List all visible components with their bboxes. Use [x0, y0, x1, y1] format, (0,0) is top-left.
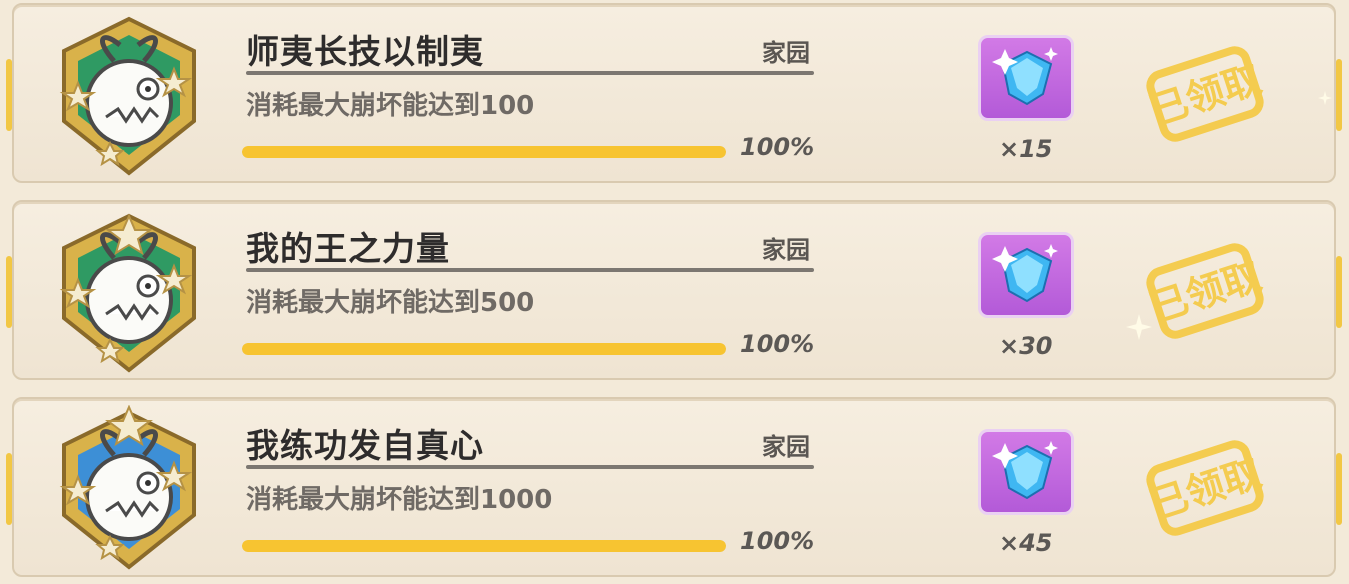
progress-bar [242, 540, 726, 552]
reward-item[interactable] [978, 35, 1074, 121]
reward-quantity: ×15 [999, 135, 1053, 163]
claimed-stamp: 已领取 [1144, 440, 1266, 536]
progress-bar [242, 343, 726, 355]
achievement-card: 我练功发自真心 家园 消耗最大崩坏能达到1000 100% ×45 已领取 [6, 397, 1342, 577]
achievement-title: 师夷长技以制夷 [246, 32, 484, 71]
achievement-description: 消耗最大崩坏能达到100 [246, 91, 535, 121]
achievement-card: 我的王之力量 家园 消耗最大崩坏能达到500 100% ×30 已领取 [6, 200, 1342, 380]
achievement-category: 家园 [762, 39, 810, 67]
achievement-badge-icon [59, 213, 196, 373]
card-edge-accent-left [6, 453, 12, 525]
progress-fill [242, 540, 726, 552]
claimed-stamp: 已领取 [1144, 243, 1266, 339]
crystal-gem-icon [992, 441, 1058, 500]
reward-item[interactable] [978, 429, 1074, 515]
card-edge-accent-left [6, 256, 12, 328]
crystal-gem-icon [992, 47, 1058, 106]
achievement-card: 师夷长技以制夷 家园 消耗最大崩坏能达到100 100% ×15 已领取 [6, 3, 1342, 183]
progress-fill [242, 146, 726, 158]
progress-percent: 100% [740, 133, 815, 161]
achievement-badge-icon [59, 405, 196, 570]
achievement-badge-icon [59, 16, 196, 176]
achievement-title: 我练功发自真心 [246, 426, 484, 465]
progress-bar [242, 146, 726, 158]
title-divider [246, 268, 814, 272]
card-edge-accent-right [1336, 256, 1342, 328]
progress-percent: 100% [740, 330, 815, 358]
reward-quantity: ×30 [999, 332, 1053, 360]
claimed-status-label: 已领取 [1144, 56, 1266, 133]
achievement-description: 消耗最大崩坏能达到500 [246, 288, 535, 318]
card-edge-accent-right [1336, 59, 1342, 131]
title-divider [246, 71, 814, 75]
claimed-status-label: 已领取 [1144, 253, 1266, 330]
claimed-status-label: 已领取 [1144, 450, 1266, 527]
card-edge-accent-right [1336, 453, 1342, 525]
claimed-stamp: 已领取 [1144, 46, 1266, 142]
achievement-list: 师夷长技以制夷 家园 消耗最大崩坏能达到100 100% ×15 已领取 我的王… [0, 0, 1349, 584]
reward-quantity: ×45 [999, 529, 1053, 557]
title-divider [246, 465, 814, 469]
progress-percent: 100% [740, 527, 815, 555]
achievement-category: 家园 [762, 236, 810, 264]
achievement-title: 我的王之力量 [246, 229, 450, 268]
crystal-gem-icon [992, 244, 1058, 303]
reward-item[interactable] [978, 232, 1074, 318]
achievement-category: 家园 [762, 433, 810, 461]
progress-fill [242, 343, 726, 355]
sparkle-icon [1318, 91, 1332, 105]
achievement-description: 消耗最大崩坏能达到1000 [246, 485, 553, 515]
card-edge-accent-left [6, 59, 12, 131]
sparkle-icon [1126, 314, 1152, 340]
